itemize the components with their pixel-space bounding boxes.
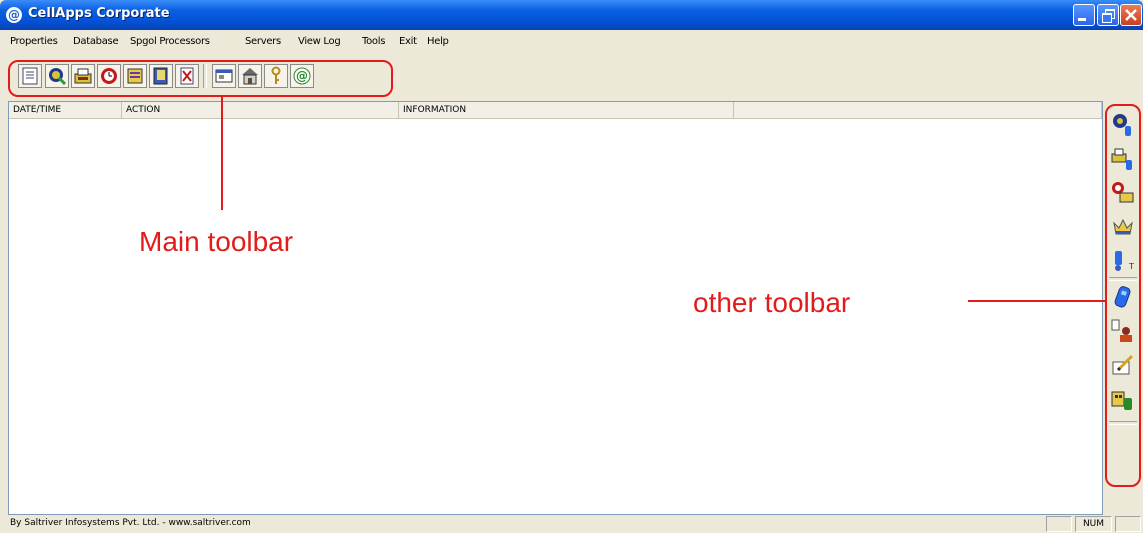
menu-view-log[interactable]: View Log	[298, 36, 341, 47]
menu-help[interactable]: Help	[427, 36, 449, 47]
book-icon	[153, 67, 168, 85]
window-icon	[215, 69, 233, 83]
column-header-action[interactable]: ACTION	[122, 102, 399, 119]
column-header-blank[interactable]	[734, 102, 1102, 119]
pencil-note-icon	[1112, 354, 1134, 375]
db-phone-icon	[1113, 114, 1131, 136]
minimize-button[interactable]	[1073, 4, 1095, 26]
database-connect-icon	[49, 68, 67, 86]
close-icon	[1125, 9, 1137, 21]
phone-text-icon: T	[1115, 251, 1134, 271]
list-button[interactable]	[18, 64, 42, 88]
clock-printer-button[interactable]	[1110, 180, 1136, 206]
printer-phone-icon	[1111, 148, 1132, 170]
key-button[interactable]	[264, 64, 288, 88]
status-bar: By Saltriver Infosystems Pvt. Ltd. - www…	[0, 515, 1143, 533]
db-phone-button[interactable]	[1110, 112, 1136, 138]
svg-text:@: @	[296, 69, 308, 83]
crown-button[interactable]	[1110, 214, 1136, 240]
menu-tools[interactable]: Tools	[362, 36, 385, 47]
status-text: By Saltriver Infosystems Pvt. Ltd. - www…	[10, 518, 251, 528]
delete-document-icon	[180, 67, 194, 85]
book-button[interactable]	[149, 64, 173, 88]
alarm-clock-icon	[101, 68, 117, 84]
database-connect-button[interactable]	[45, 64, 69, 88]
maximize-button[interactable]	[1097, 4, 1119, 26]
menu-properties[interactable]: Properties	[10, 36, 58, 47]
archive-button[interactable]	[123, 64, 147, 88]
menu-database[interactable]: Database	[73, 36, 119, 47]
window-title: CellApps Corporate	[28, 6, 170, 21]
side-toolbar-bottom-separator	[1109, 421, 1137, 425]
delete-document-button[interactable]	[175, 64, 199, 88]
minimize-icon	[1078, 18, 1086, 21]
building-icon	[242, 68, 258, 85]
archive-icon	[127, 68, 143, 84]
app-at-icon: @	[6, 7, 22, 23]
pencil-note-button[interactable]	[1110, 352, 1136, 378]
app-window: @ CellApps Corporate Properties Database…	[0, 0, 1143, 533]
menu-spool-processors[interactable]: Spgol Processors	[130, 36, 210, 47]
main-toolbar: @	[8, 60, 393, 97]
at-sign-icon: @	[293, 67, 311, 85]
mobile-phone-icon	[1114, 286, 1131, 308]
column-header-information[interactable]: INFORMATION	[399, 102, 734, 119]
close-button[interactable]	[1120, 4, 1142, 26]
title-bar[interactable]: @ CellApps Corporate	[0, 0, 1143, 30]
email-button[interactable]: @	[290, 64, 314, 88]
mail-printer-button[interactable]	[71, 64, 95, 88]
restore-icon-back	[1102, 13, 1112, 23]
window-button[interactable]	[212, 64, 236, 88]
mobile-phone-button[interactable]	[1110, 284, 1136, 310]
user-phone-button[interactable]	[1110, 318, 1136, 344]
status-panel-blank	[1046, 516, 1072, 532]
other-toolbar-annotation: other toolbar	[693, 287, 851, 318]
clock-printer-icon	[1112, 182, 1134, 203]
column-header-date-time[interactable]: DATE/TIME	[9, 102, 122, 119]
building-phone-icon	[1111, 391, 1132, 410]
menu-bar: Properties Database Spgol Processors Ser…	[0, 34, 1143, 52]
building-phone-button[interactable]	[1110, 386, 1136, 412]
main-toolbar-pointer-line	[221, 96, 223, 210]
main-toolbar-annotation: Main toolbar	[139, 226, 294, 257]
other-toolbar-pointer-line	[968, 300, 1105, 302]
user-phone-icon	[1111, 319, 1132, 342]
side-toolbar-separator	[1109, 277, 1137, 281]
toolbar-separator	[203, 64, 207, 88]
list-icon	[22, 67, 38, 85]
building-button[interactable]	[238, 64, 262, 88]
phone-text-button[interactable]: T	[1110, 248, 1136, 274]
menu-exit[interactable]: Exit	[399, 36, 417, 47]
svg-text:T: T	[1128, 262, 1134, 271]
key-icon	[271, 66, 281, 84]
menu-servers[interactable]: Servers	[245, 36, 281, 47]
printer-phone-button[interactable]	[1110, 146, 1136, 172]
alarm-clock-button[interactable]	[97, 64, 121, 88]
status-num-indicator: NUM	[1075, 516, 1112, 532]
side-toolbar: T	[1105, 104, 1141, 487]
activity-log-list[interactable]: DATE/TIME ACTION INFORMATION	[8, 101, 1103, 515]
crown-icon	[1113, 218, 1133, 235]
status-panel-end	[1115, 516, 1141, 532]
mail-printer-icon	[74, 68, 92, 84]
